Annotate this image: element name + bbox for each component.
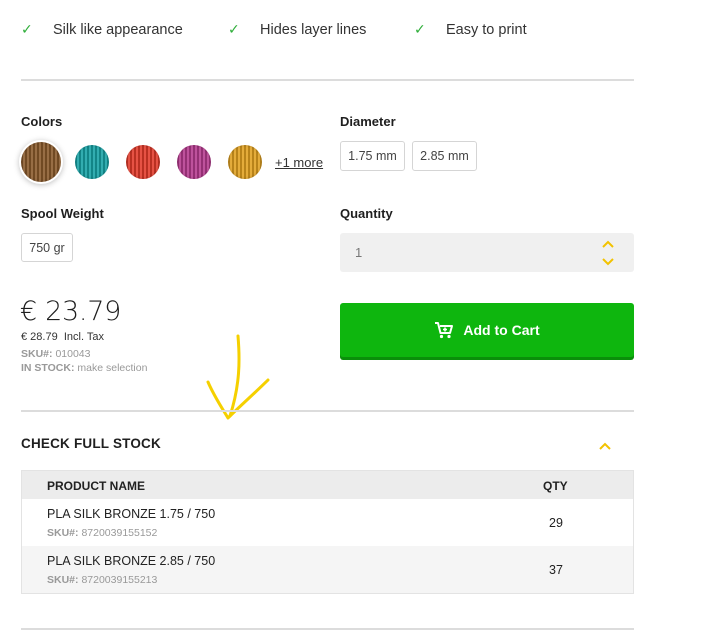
feature-item: ✓ Silk like appearance [21, 22, 228, 38]
feature-item: ✓ Easy to print [414, 22, 527, 38]
check-full-stock-title[interactable]: CHECK FULL STOCK [21, 436, 161, 451]
color-swatch-teal[interactable] [75, 145, 109, 179]
feature-text: Easy to print [446, 22, 527, 38]
color-swatch-gold[interactable] [228, 145, 262, 179]
product-qty: 37 [549, 563, 563, 577]
check-icon: ✓ [21, 22, 33, 38]
product-sku-value: 8720039155213 [81, 574, 158, 586]
price-incl-value: € 28.79 [21, 331, 58, 343]
price-incl-label: Incl. Tax [63, 331, 104, 343]
feature-text: Silk like appearance [53, 22, 183, 38]
divider [21, 79, 634, 81]
spool-weight-option-750[interactable]: 750 gr [21, 233, 73, 262]
color-swatch-red[interactable] [126, 145, 160, 179]
column-header-product-name: PRODUCT NAME [47, 479, 145, 493]
check-icon: ✓ [414, 22, 426, 38]
color-swatch-bronze[interactable] [21, 142, 61, 182]
quantity-label: Quantity [340, 206, 393, 221]
stock-line: IN STOCK: make selection [21, 362, 147, 374]
feature-text: Hides layer lines [260, 22, 367, 38]
diameter-label: Diameter [340, 114, 396, 129]
product-sku: SKU#: 8720039155213 [47, 574, 157, 586]
table-header: PRODUCT NAME QTY [22, 471, 633, 499]
price-incl-tax: € 28.79 Incl. Tax [21, 331, 104, 343]
stock-value: make selection [77, 362, 148, 374]
column-header-qty: QTY [543, 479, 568, 493]
colors-label: Colors [21, 114, 63, 129]
quantity-value[interactable]: 1 [355, 245, 362, 260]
divider [21, 410, 634, 412]
product-sku-value: 8720039155152 [81, 527, 158, 539]
cart-icon [435, 322, 454, 339]
add-to-cart-button[interactable]: Add to Cart [340, 303, 634, 357]
check-icon: ✓ [228, 22, 240, 38]
feature-item: ✓ Hides layer lines [228, 22, 414, 38]
product-sku: SKU#: 8720039155152 [47, 527, 157, 539]
product-sku-label: SKU#: [47, 574, 79, 586]
color-swatches: +1 more [21, 142, 323, 182]
chevron-up-icon[interactable] [597, 440, 613, 452]
quantity-input[interactable]: 1 [340, 233, 634, 272]
diameter-option-285[interactable]: 2.85 mm [412, 141, 477, 171]
feature-list: ✓ Silk like appearance ✓ Hides layer lin… [21, 22, 527, 38]
sku-label: SKU#: [21, 348, 53, 360]
color-swatch-magenta[interactable] [177, 145, 211, 179]
stock-table: PRODUCT NAME QTY PLA SILK BRONZE 1.75 / … [21, 470, 634, 594]
divider [21, 628, 634, 630]
product-name: PLA SILK BRONZE 1.75 / 750 [47, 507, 216, 521]
sku-line: SKU#: 010043 [21, 348, 90, 360]
sku-value: 010043 [55, 348, 91, 360]
more-colors-link[interactable]: +1 more [275, 155, 323, 170]
diameter-option-175[interactable]: 1.75 mm [340, 141, 405, 171]
add-to-cart-label: Add to Cart [463, 322, 540, 338]
spool-weight-label: Spool Weight [21, 206, 104, 221]
product-name: PLA SILK BRONZE 2.85 / 750 [47, 554, 216, 568]
price: € 23.79 [20, 296, 121, 327]
quantity-stepper-icon[interactable] [601, 240, 615, 266]
stock-label: IN STOCK: [21, 362, 75, 374]
product-qty: 29 [549, 516, 563, 530]
product-sku-label: SKU#: [47, 527, 79, 539]
table-row: PLA SILK BRONZE 1.75 / 750 SKU#: 8720039… [22, 499, 633, 546]
table-row: PLA SILK BRONZE 2.85 / 750 SKU#: 8720039… [22, 546, 633, 593]
